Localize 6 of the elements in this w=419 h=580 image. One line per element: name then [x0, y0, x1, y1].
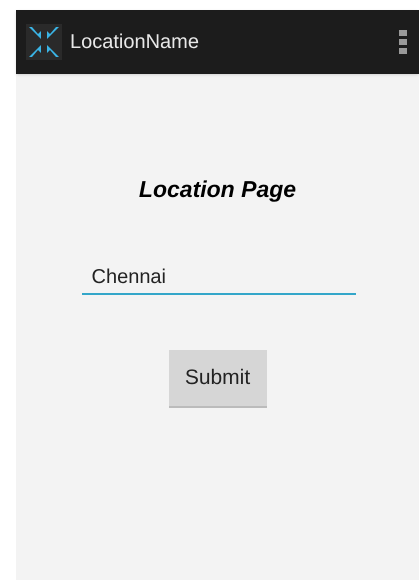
app-title: LocationName [70, 30, 199, 55]
location-field[interactable]: Chennai [82, 254, 356, 294]
submit-button[interactable]: Submit [168, 350, 266, 406]
overflow-menu-icon[interactable] [399, 30, 407, 54]
page-heading: Location Page [138, 175, 296, 204]
arrows-icon [26, 24, 62, 60]
